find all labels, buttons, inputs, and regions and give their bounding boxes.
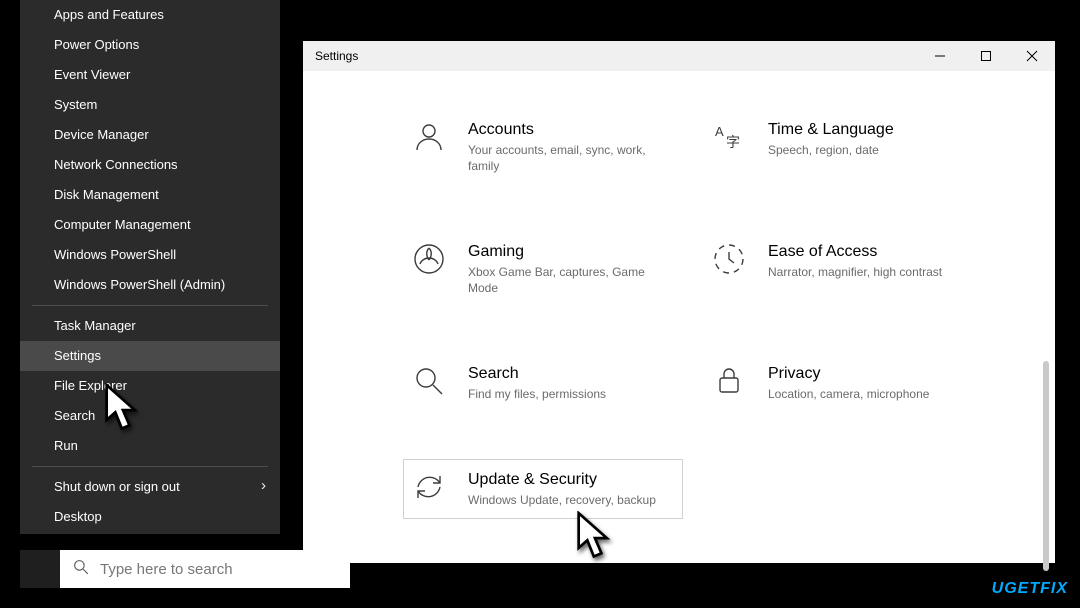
winx-item-file-explorer[interactable]: File Explorer xyxy=(20,371,280,401)
winx-separator xyxy=(32,305,268,306)
winx-item-disk-management[interactable]: Disk Management xyxy=(20,180,280,210)
svg-text:字: 字 xyxy=(726,134,740,150)
winx-item-task-manager[interactable]: Task Manager xyxy=(20,311,280,341)
winx-item-power-options[interactable]: Power Options xyxy=(20,30,280,60)
maximize-button[interactable] xyxy=(963,41,1009,71)
window-title: Settings xyxy=(303,49,358,63)
tile-desc: Xbox Game Bar, captures, Game Mode xyxy=(468,264,658,296)
scrollbar[interactable] xyxy=(1039,71,1053,563)
tile-title: Privacy xyxy=(768,364,929,384)
tile-title: Gaming xyxy=(468,242,658,262)
close-button[interactable] xyxy=(1009,41,1055,71)
winx-item-network-connections[interactable]: Network Connections xyxy=(20,150,280,180)
winx-menu: Apps and Features Power Options Event Vi… xyxy=(20,0,280,534)
winx-item-apps-and-features[interactable]: Apps and Features xyxy=(20,0,280,30)
watermark: UGETFIX xyxy=(992,580,1068,598)
tile-title: Ease of Access xyxy=(768,242,942,262)
titlebar[interactable]: Settings xyxy=(303,41,1055,71)
privacy-icon xyxy=(712,364,746,398)
winx-separator xyxy=(32,466,268,467)
tile-gaming[interactable]: Gaming Xbox Game Bar, captures, Game Mod… xyxy=(403,231,683,307)
winx-item-device-manager[interactable]: Device Manager xyxy=(20,120,280,150)
tile-title: Time & Language xyxy=(768,120,894,140)
minimize-button[interactable] xyxy=(917,41,963,71)
tile-desc: Location, camera, microphone xyxy=(768,386,929,402)
winx-item-search[interactable]: Search xyxy=(20,401,280,431)
winx-item-run[interactable]: Run xyxy=(20,431,280,461)
scrollbar-thumb[interactable] xyxy=(1043,361,1049,571)
search-icon xyxy=(72,558,90,580)
taskbar-search[interactable]: Type here to search xyxy=(60,550,350,588)
winx-item-desktop[interactable]: Desktop xyxy=(20,502,280,532)
tile-title: Update & Security xyxy=(468,470,656,490)
winx-item-windows-powershell[interactable]: Windows PowerShell xyxy=(20,240,280,270)
svg-text:A: A xyxy=(715,124,724,139)
tile-desc: Speech, region, date xyxy=(768,142,894,158)
tile-title: Search xyxy=(468,364,606,384)
winx-item-computer-management[interactable]: Computer Management xyxy=(20,210,280,240)
time-language-icon: A字 xyxy=(712,120,746,154)
tile-accounts[interactable]: Accounts Your accounts, email, sync, wor… xyxy=(403,109,683,185)
tile-desc: Find my files, permissions xyxy=(468,386,606,402)
tile-update-security[interactable]: Update & Security Windows Update, recove… xyxy=(403,459,683,519)
settings-window: Settings Accounts Your accounts, email, … xyxy=(303,41,1055,563)
winx-item-shut-down[interactable]: Shut down or sign out xyxy=(20,472,280,502)
winx-item-system[interactable]: System xyxy=(20,90,280,120)
tile-privacy[interactable]: Privacy Location, camera, microphone xyxy=(703,353,983,413)
winx-item-event-viewer[interactable]: Event Viewer xyxy=(20,60,280,90)
start-button[interactable] xyxy=(20,550,60,588)
tile-desc: Narrator, magnifier, high contrast xyxy=(768,264,942,280)
tile-ease-of-access[interactable]: Ease of Access Narrator, magnifier, high… xyxy=(703,231,983,307)
tile-search[interactable]: Search Find my files, permissions xyxy=(403,353,683,413)
settings-content: Accounts Your accounts, email, sync, wor… xyxy=(303,71,1055,563)
ease-of-access-icon xyxy=(712,242,746,276)
winx-item-windows-powershell-admin[interactable]: Windows PowerShell (Admin) xyxy=(20,270,280,300)
tile-title: Accounts xyxy=(468,120,658,140)
tile-desc: Windows Update, recovery, backup xyxy=(468,492,656,508)
taskbar-search-placeholder: Type here to search xyxy=(100,561,233,578)
update-security-icon xyxy=(412,470,446,504)
winx-item-settings[interactable]: Settings xyxy=(20,341,280,371)
tile-time-language[interactable]: A字 Time & Language Speech, region, date xyxy=(703,109,983,185)
tile-desc: Your accounts, email, sync, work, family xyxy=(468,142,658,174)
accounts-icon xyxy=(412,120,446,154)
gaming-icon xyxy=(412,242,446,276)
search-icon xyxy=(412,364,446,398)
